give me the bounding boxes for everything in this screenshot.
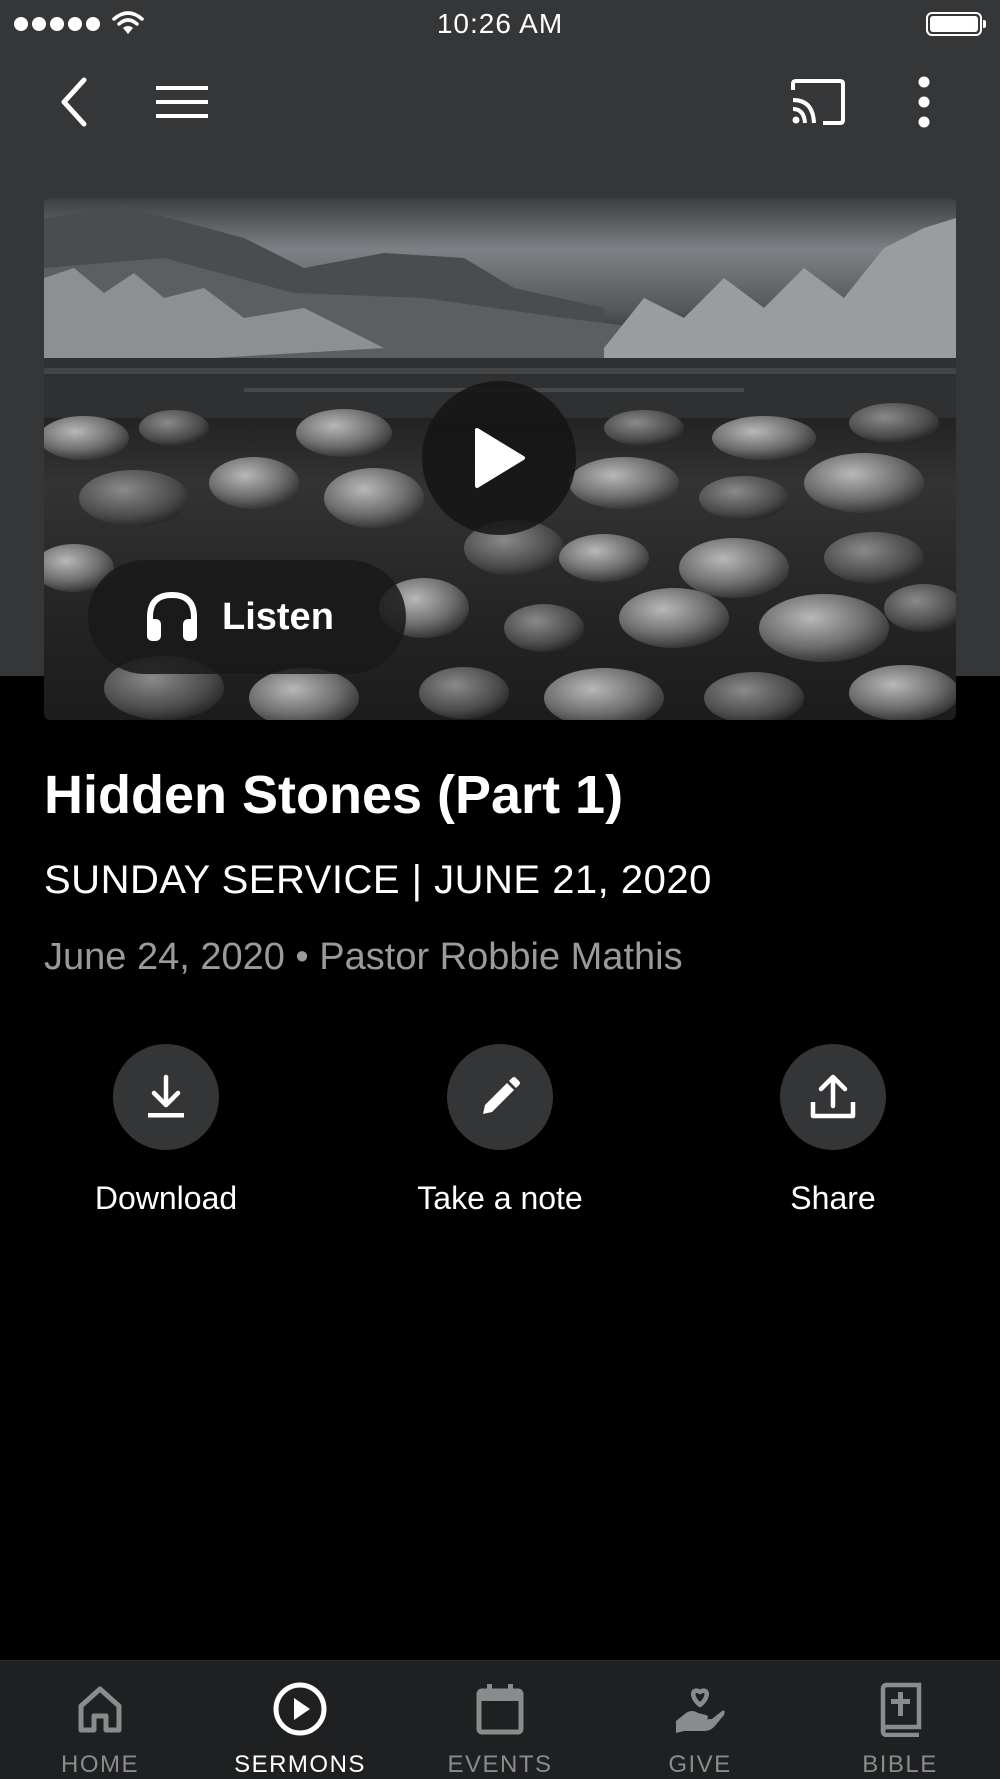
hamburger-menu-icon [156, 86, 208, 118]
cast-icon [791, 79, 845, 125]
chevron-left-icon [61, 77, 87, 127]
take-note-button[interactable]: Take a note [370, 1044, 630, 1217]
tab-home-label: HOME [61, 1751, 139, 1778]
cast-button[interactable] [786, 70, 850, 134]
more-options-button[interactable] [892, 70, 956, 134]
more-vertical-icon [918, 76, 930, 128]
headphones-icon [147, 591, 197, 641]
share-button[interactable]: Share [703, 1044, 963, 1217]
tab-events-label: EVENTS [447, 1751, 553, 1778]
sermon-artwork: Listen [44, 198, 956, 720]
share-icon [810, 1074, 856, 1119]
tab-events[interactable]: EVENTS [400, 1661, 600, 1779]
share-label: Share [790, 1180, 876, 1216]
menu-button[interactable] [150, 70, 214, 134]
give-hand-heart-icon [676, 1688, 725, 1733]
back-button[interactable] [42, 70, 106, 134]
tab-sermons[interactable]: SERMONS [200, 1661, 400, 1779]
listen-button[interactable]: Listen [88, 560, 406, 674]
take-note-circle [447, 1044, 553, 1150]
share-circle [780, 1044, 886, 1150]
tab-sermons-label: SERMONS [234, 1751, 366, 1778]
tab-home[interactable]: HOME [0, 1661, 200, 1779]
play-icon [475, 428, 525, 488]
download-button[interactable]: Download [36, 1044, 296, 1217]
sermon-series: SUNDAY SERVICE | JUNE 21, 2020 [44, 858, 712, 902]
take-note-label: Take a note [417, 1180, 583, 1216]
status-bar: 10:26 AM [0, 0, 1000, 50]
home-icon [78, 1686, 122, 1733]
listen-label: Listen [222, 595, 334, 638]
download-circle [113, 1044, 219, 1150]
play-button[interactable] [422, 381, 576, 535]
pencil-icon [483, 1077, 520, 1114]
tab-give-label: GIVE [668, 1751, 732, 1778]
bible-icon [880, 1682, 922, 1737]
status-time: 10:26 AM [436, 8, 564, 39]
tab-give[interactable]: GIVE [600, 1661, 800, 1779]
calendar-icon [476, 1684, 524, 1735]
sermon-meta: June 24, 2020 • Pastor Robbie Mathis [44, 936, 683, 978]
download-label: Download [94, 1180, 238, 1216]
bottom-tab-bar: HOME SERMONS EVENTS GIVE BIBLE [0, 1660, 1000, 1779]
tab-bible-label: BIBLE [862, 1751, 938, 1778]
download-icon [148, 1074, 184, 1118]
sermon-title: Hidden Stones (Part 1) [44, 765, 624, 825]
play-circle-icon [273, 1682, 327, 1736]
tab-bible[interactable]: BIBLE [800, 1661, 1000, 1779]
battery-icon [926, 12, 986, 36]
